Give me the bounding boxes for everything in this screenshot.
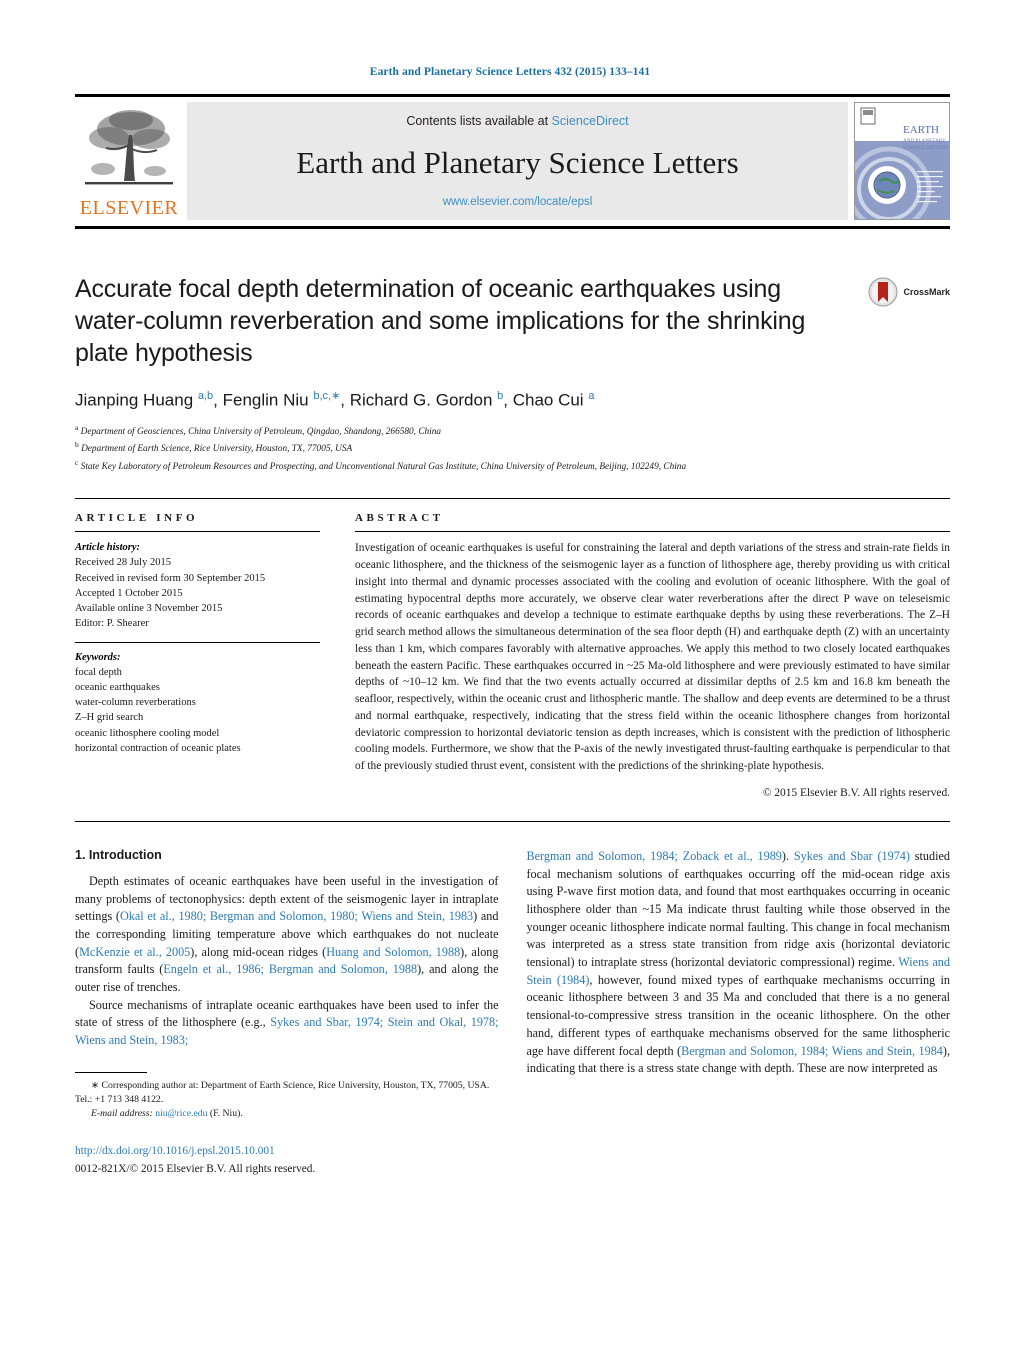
section-title-introduction: 1. Introduction: [75, 847, 162, 862]
title-block: Accurate focal depth determination of oc…: [75, 273, 950, 474]
abstract-column: ABSTRACT Investigation of oceanic earthq…: [355, 512, 950, 799]
masthead-rule-bottom: [75, 226, 950, 229]
body-columns: 1. Introduction Depth estimates of ocean…: [75, 848, 950, 1178]
contents-prefix: Contents lists available at: [406, 114, 552, 128]
footnote-block: ∗ Corresponding author at: Department of…: [75, 1071, 499, 1121]
history-item: Received in revised form 30 September 20…: [75, 572, 266, 584]
abstract-heading: ABSTRACT: [355, 512, 444, 525]
affiliation-marker-b: b: [75, 440, 79, 450]
issn-copyright-line: 0012-821X/© 2015 Elsevier B.V. All right…: [75, 1163, 316, 1176]
journal-homepage-link[interactable]: www.elsevier.com/locate/epsl: [443, 196, 593, 208]
elsevier-tree-icon: [85, 110, 173, 185]
crossmark-label: CrossMark: [903, 287, 950, 297]
affiliation-c: c State Key Laboratory of Petroleum Reso…: [75, 457, 950, 475]
keyword-item: oceanic earthquakes: [75, 682, 160, 693]
footnote-star: ∗: [91, 1079, 100, 1091]
article-info-heading: ARTICLE INFO: [75, 512, 199, 525]
footnote-rule: [75, 1071, 147, 1073]
keyword-item: focal depth: [75, 666, 122, 678]
keyword-item: oceanic lithosphere cooling model: [75, 727, 220, 739]
email-link[interactable]: niu@rice.edu: [155, 1108, 207, 1119]
paper-page: Earth and Planetary Science Letters 432 …: [0, 0, 1020, 1351]
crossmark-icon: [868, 277, 898, 307]
author-list: Jianping Huang a,b, Fenglin Niu b,c,∗, R…: [75, 390, 595, 410]
journal-cover-art: EARTH AND PLANETARY SCIENCE LETTERS: [855, 103, 949, 219]
info-rule-bottom: [75, 820, 950, 822]
abstract-copyright: © 2015 Elsevier B.V. All rights reserved…: [762, 786, 950, 799]
body-left-column: 1. Introduction Depth estimates of ocean…: [75, 848, 499, 1178]
contents-list-line: Contents lists available at ScienceDirec…: [406, 114, 628, 128]
abstract-rule: [355, 531, 950, 533]
affiliation-marker-a: a: [75, 422, 79, 432]
svg-text:EARTH: EARTH: [903, 124, 939, 136]
body-right-column: Bergman and Solomon, 1984; Zoback et al.…: [527, 848, 951, 1178]
elsevier-wordmark: ELSEVIER: [79, 197, 179, 219]
paragraph: Bergman and Solomon, 1984; Zoback et al.…: [526, 848, 951, 1076]
keyword-item: horizontal contraction of oceanic plates: [75, 742, 241, 754]
paragraph: Depth estimates of oceanic earthquakes h…: [75, 873, 499, 995]
affiliation-marker-c: c: [75, 457, 79, 467]
journal-title: Earth and Planetary Science Letters: [296, 144, 739, 180]
affiliation-b: b Department of Earth Science, Rice Univ…: [75, 439, 950, 457]
email-label: E-mail address:: [91, 1107, 153, 1119]
email-note: E-mail address: niu@rice.edu (F. Niu).: [75, 1107, 499, 1121]
history-item: Accepted 1 October 2015: [75, 587, 183, 599]
corresponding-author-note: ∗ Corresponding author at: Department of…: [75, 1079, 499, 1107]
history-item: Editor: P. Shearer: [75, 618, 149, 630]
page-title: Accurate focal depth determination of oc…: [75, 275, 806, 367]
affiliation-a: a Department of Geosciences, China Unive…: [75, 422, 950, 440]
corresponding-author-text: Corresponding author at: Department of E…: [75, 1079, 490, 1105]
article-info-rule: [75, 531, 320, 533]
affiliation-text-b: Department of Earth Science, Rice Univer…: [81, 444, 353, 455]
footer-block: http://dx.doi.org/10.1016/j.epsl.2015.10…: [75, 1143, 499, 1178]
keywords-label: Keywords:: [75, 651, 121, 663]
affiliation-text-a: Department of Geosciences, China Univers…: [80, 426, 442, 437]
email-suffix: (F. Niu).: [207, 1107, 243, 1119]
crossmark-badge[interactable]: CrossMark: [868, 277, 950, 307]
elsevier-logo: ELSEVIER: [75, 102, 183, 220]
history-item: Available online 3 November 2015: [75, 603, 223, 615]
journal-cover-thumbnail: EARTH AND PLANETARY SCIENCE LETTERS: [854, 102, 950, 220]
sciencedirect-link[interactable]: ScienceDirect: [552, 114, 629, 128]
abstract-text: Investigation of oceanic earthquakes is …: [355, 542, 950, 773]
info-abstract-row: ARTICLE INFO Article history: Received 2…: [75, 499, 950, 799]
svg-text:AND PLANETARY: AND PLANETARY: [903, 138, 946, 144]
article-history-label: Article history:: [75, 542, 141, 554]
keyword-item: Z–H grid search: [75, 712, 144, 724]
affiliation-text-c: State Key Laboratory of Petroleum Resour…: [80, 461, 687, 472]
keywords-rule: [75, 641, 320, 643]
history-item: Received 28 July 2015: [75, 557, 171, 569]
doi-link[interactable]: http://dx.doi.org/10.1016/j.epsl.2015.10…: [75, 1143, 499, 1159]
keyword-item: water-column reverberations: [75, 697, 196, 709]
affiliation-list: a Department of Geosciences, China Unive…: [75, 422, 950, 475]
article-info-column: ARTICLE INFO Article history: Received 2…: [75, 512, 320, 799]
svg-text:SCIENCE LETTERS: SCIENCE LETTERS: [903, 145, 948, 151]
running-head: Earth and Planetary Science Letters 432 …: [369, 66, 651, 78]
journal-banner: Contents lists available at ScienceDirec…: [187, 102, 848, 220]
journal-masthead: ELSEVIER Contents lists available at Sci…: [75, 102, 950, 220]
paragraph: Source mechanisms of intraplate oceanic …: [75, 997, 499, 1048]
masthead-rule-top: ELSEVIER Contents lists available at Sci…: [75, 94, 950, 220]
